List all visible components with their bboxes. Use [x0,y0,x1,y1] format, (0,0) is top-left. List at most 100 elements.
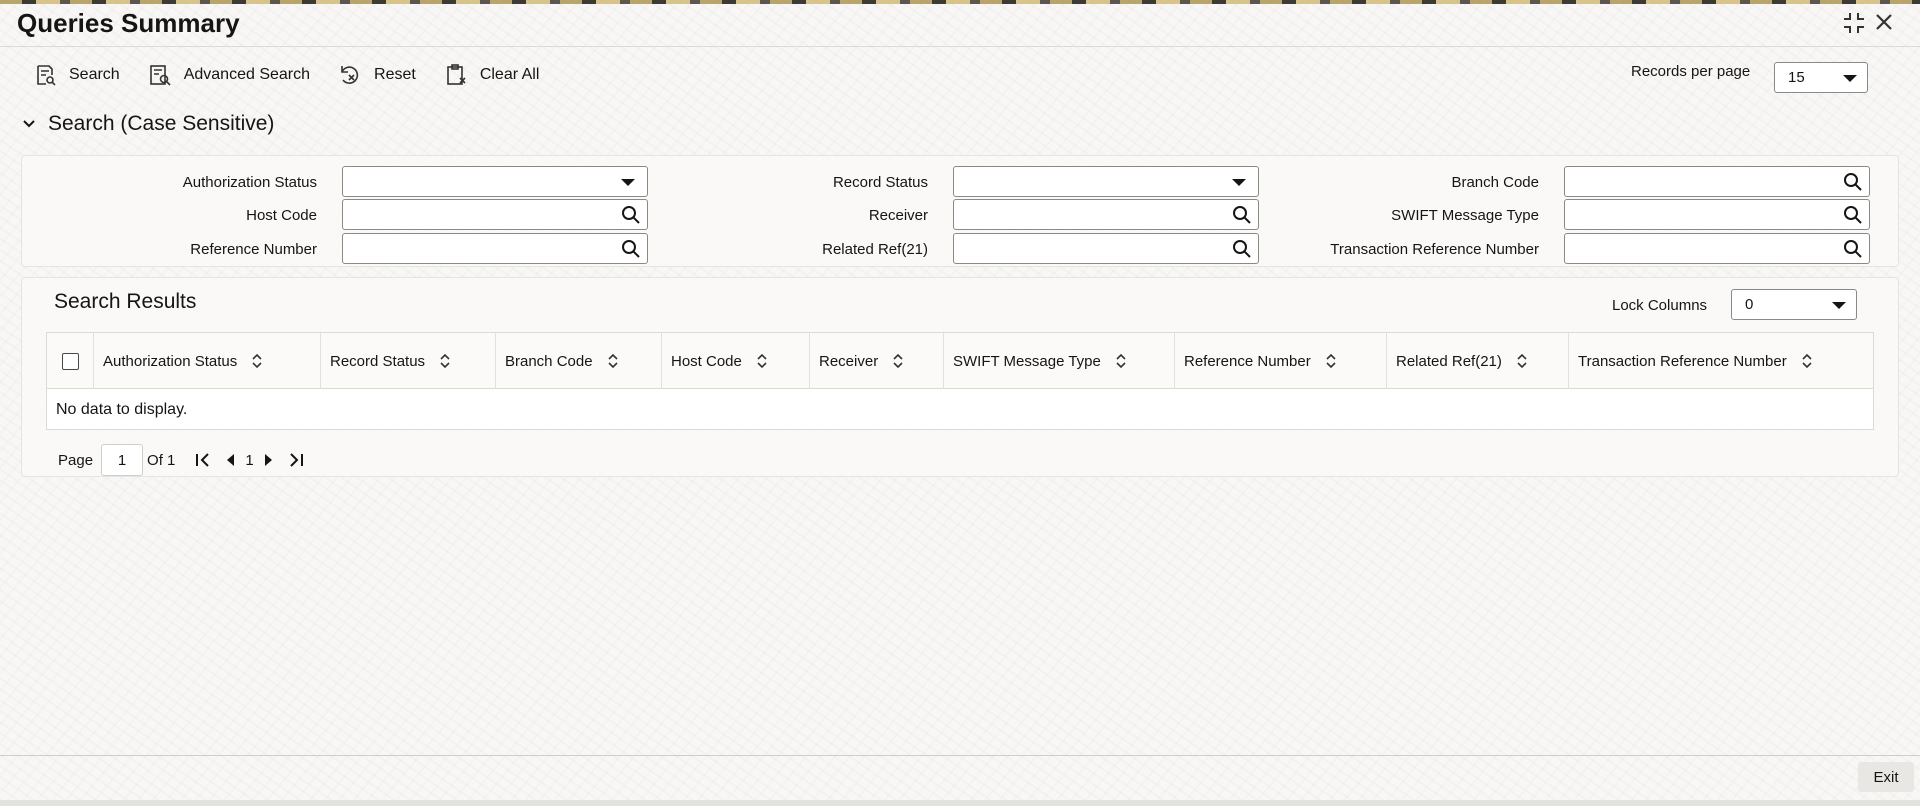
column-header-label: Authorization Status [103,352,238,370]
page-label: Page [58,451,94,469]
clear-all-button-label: Clear All [479,66,540,83]
advanced-search-button-label: Advanced Search [183,66,311,83]
footer-divider [0,755,1920,756]
clipboard-clear-icon [447,64,466,85]
column-header-label: Host Code [671,352,742,370]
sort-icon[interactable] [1325,354,1337,368]
swift-message-type-input[interactable] [1564,199,1870,230]
title-divider [0,46,1920,47]
advanced-search-button[interactable]: Advanced Search [148,63,310,87]
reference-number-input[interactable] [342,233,648,264]
branch-code-label: Branch Code [1451,174,1539,191]
transaction-reference-number-label: Transaction Reference Number [1330,241,1539,258]
current-page-value: 1 [117,451,127,469]
next-page-icon[interactable] [259,451,277,469]
records-per-page-select[interactable]: 15 [1774,62,1868,93]
close-icon[interactable] [1874,10,1894,36]
exit-button[interactable]: Exit [1858,762,1914,792]
receiver-input[interactable] [953,199,1259,230]
transaction-reference-number-input[interactable] [1564,233,1870,264]
results-table: Authorization Status Record Status Branc… [46,332,1874,430]
clear-all-button[interactable]: Clear All [444,63,540,87]
search-icon[interactable] [621,239,641,259]
current-page-input[interactable]: 1 [101,444,144,476]
column-header-label: Related Ref(21) [1396,352,1502,370]
chevron-down-icon [1832,302,1846,309]
column-header-record-status[interactable]: Record Status [321,333,496,389]
chevron-down-icon [1232,179,1246,186]
record-status-label: Record Status [832,174,928,191]
column-header-label: SWIFT Message Type [953,352,1101,370]
reference-number-label: Reference Number [190,241,317,258]
search-doc-icon [37,65,56,86]
search-icon[interactable] [1843,172,1863,192]
search-icon[interactable] [1232,239,1252,259]
page-number[interactable]: 1 [245,452,253,469]
page-title: Queries Summary [17,8,240,38]
chevron-down-icon [23,120,35,128]
search-button-label: Search [69,66,120,83]
swift-message-type-label: SWIFT Message Type [1391,207,1539,224]
host-code-input[interactable] [342,199,648,230]
column-header-label: Receiver [819,352,879,370]
empty-table-message: No data to display. [56,401,188,418]
record-status-select[interactable] [953,166,1259,197]
page-count-label: Of 1 [147,451,176,469]
sort-icon[interactable] [607,354,619,368]
authorization-status-label: Authorization Status [182,174,317,191]
search-section-toggle[interactable]: Search (Case Sensitive) [22,112,274,136]
column-header-reference-number[interactable]: Reference Number [1175,333,1387,389]
column-header-label: Record Status [330,352,426,370]
search-icon[interactable] [1843,205,1863,225]
column-header-label: Reference Number [1184,352,1311,370]
last-page-icon[interactable] [287,451,305,469]
previous-page-icon[interactable] [222,451,240,469]
host-code-label: Host Code [246,207,317,224]
search-button[interactable]: Search [33,63,120,87]
advanced-search-icon [149,65,171,86]
related-ref-label: Related Ref(21) [822,241,928,258]
records-per-page-value: 15 [1788,69,1805,86]
sort-icon[interactable] [439,354,451,368]
chevron-down-icon [1843,75,1857,82]
search-section-heading: Search (Case Sensitive) [48,112,275,135]
select-all-checkbox[interactable] [62,353,79,370]
related-ref-input[interactable] [953,233,1259,264]
reset-icon [341,66,359,84]
receiver-label: Receiver [868,207,928,224]
records-per-page-label: Records per page [1631,63,1751,80]
sort-icon[interactable] [1115,354,1127,368]
column-header-transaction-reference-number[interactable]: Transaction Reference Number [1569,333,1873,389]
chevron-down-icon [621,179,635,186]
search-icon[interactable] [1843,239,1863,259]
sort-icon[interactable] [1801,354,1813,368]
search-results-heading: Search Results [54,290,197,313]
column-header-authorization-status[interactable]: Authorization Status [94,333,321,389]
lock-columns-label: Lock Columns [1612,297,1708,314]
pagination: Page 1 Of 1 1 [58,444,310,476]
column-header-host-code[interactable]: Host Code [662,333,810,389]
column-header-label: Transaction Reference Number [1578,352,1787,370]
column-header-related-ref[interactable]: Related Ref(21) [1387,333,1569,389]
sort-icon[interactable] [756,354,768,368]
lock-columns-select[interactable]: 0 [1731,289,1857,320]
column-header-swift-message-type[interactable]: SWIFT Message Type [944,333,1175,389]
sort-icon[interactable] [251,354,263,368]
reset-button[interactable]: Reset [338,63,416,87]
select-all-column [47,333,94,389]
reset-button-label: Reset [374,66,416,83]
table-header: Authorization Status Record Status Branc… [47,333,1873,389]
branch-code-input[interactable] [1564,166,1870,197]
first-page-icon[interactable] [194,451,212,469]
bottom-strip [0,800,1920,806]
minimize-icon[interactable] [1843,12,1865,39]
lock-columns-value: 0 [1745,296,1754,313]
search-icon[interactable] [621,205,641,225]
column-header-receiver[interactable]: Receiver [810,333,944,389]
sort-icon[interactable] [1516,354,1528,368]
authorization-status-select[interactable] [342,166,648,197]
toolbar: Search Advanced Search Reset Clear All [33,62,567,88]
search-icon[interactable] [1232,205,1252,225]
sort-icon[interactable] [892,354,904,368]
column-header-branch-code[interactable]: Branch Code [496,333,662,389]
